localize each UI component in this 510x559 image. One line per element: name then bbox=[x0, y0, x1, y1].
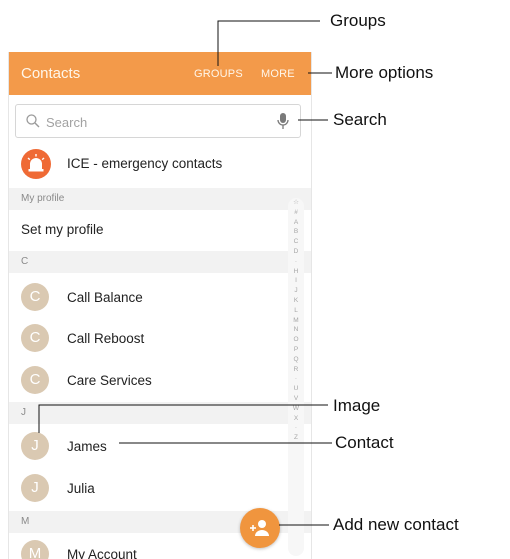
callout-add-new-contact: Add new contact bbox=[333, 515, 459, 534]
set-my-profile-item[interactable]: Set my profile bbox=[9, 212, 285, 248]
search-bar[interactable] bbox=[15, 104, 301, 138]
index-letter[interactable]: R bbox=[288, 365, 304, 375]
callout-contact: Contact bbox=[335, 433, 394, 452]
ice-contacts-item[interactable]: ICE - emergency contacts bbox=[9, 146, 285, 184]
index-letter[interactable]: Z bbox=[288, 433, 304, 443]
callout-groups: Groups bbox=[330, 11, 386, 30]
index-letter[interactable]: W bbox=[288, 404, 304, 414]
contact-name: Call Reboost bbox=[67, 331, 145, 346]
contacts-screen: Contacts GROUPS MORE ICE - emergency con… bbox=[8, 52, 312, 559]
alphabet-index-scrollbar[interactable]: ☆ # A B C D · H I J K L M N O P Q R · U V W X · Z bbox=[288, 198, 304, 556]
index-letter[interactable]: J bbox=[288, 286, 304, 296]
index-letter[interactable]: C bbox=[288, 237, 304, 247]
contact-row[interactable]: J James bbox=[9, 426, 285, 466]
contact-row[interactable]: C Care Services bbox=[9, 360, 285, 400]
index-letter[interactable]: Q bbox=[288, 355, 304, 365]
index-letter[interactable]: X bbox=[288, 414, 304, 424]
index-letter[interactable]: M bbox=[288, 316, 304, 326]
contact-name: Julia bbox=[67, 481, 95, 496]
app-title: Contacts bbox=[21, 65, 81, 82]
section-header-j: J bbox=[9, 402, 311, 424]
index-letter[interactable]: K bbox=[288, 296, 304, 306]
app-bar: Contacts GROUPS MORE bbox=[9, 52, 311, 95]
contact-avatar: C bbox=[21, 366, 49, 394]
contact-avatar: J bbox=[21, 474, 49, 502]
index-letter[interactable]: I bbox=[288, 276, 304, 286]
index-letter[interactable]: V bbox=[288, 394, 304, 404]
section-label: J bbox=[21, 407, 26, 418]
index-letter[interactable]: # bbox=[288, 208, 304, 218]
index-letter[interactable]: H bbox=[288, 267, 304, 277]
section-header-c: C bbox=[9, 251, 311, 273]
index-letter[interactable]: · bbox=[288, 423, 304, 433]
index-letter[interactable]: D bbox=[288, 247, 304, 257]
contact-name: Care Services bbox=[67, 373, 152, 388]
set-my-profile-label: Set my profile bbox=[21, 222, 104, 237]
more-button[interactable]: MORE bbox=[261, 68, 295, 80]
index-letter[interactable]: B bbox=[288, 227, 304, 237]
section-label: My profile bbox=[21, 193, 65, 204]
ice-contacts-label: ICE - emergency contacts bbox=[67, 156, 223, 171]
index-letter[interactable]: · bbox=[288, 374, 304, 384]
add-contact-icon bbox=[250, 520, 269, 536]
callout-image: Image bbox=[333, 396, 381, 415]
groups-button[interactable]: GROUPS bbox=[194, 68, 243, 80]
index-letter[interactable]: U bbox=[288, 384, 304, 394]
section-label: M bbox=[21, 516, 30, 527]
contact-row[interactable]: C Call Reboost bbox=[9, 318, 285, 358]
contact-row[interactable]: J Julia bbox=[9, 468, 285, 508]
index-letter[interactable]: A bbox=[288, 218, 304, 228]
index-letter[interactable]: L bbox=[288, 306, 304, 316]
callout-more-options: More options bbox=[335, 63, 434, 82]
search-input[interactable] bbox=[44, 111, 268, 133]
section-header-my-profile: My profile bbox=[9, 188, 311, 210]
index-letter[interactable]: N bbox=[288, 325, 304, 335]
contact-name: James bbox=[67, 439, 107, 454]
contact-name: Call Balance bbox=[67, 290, 143, 305]
index-letter[interactable]: O bbox=[288, 335, 304, 345]
callout-search: Search bbox=[333, 110, 387, 129]
contact-avatar: C bbox=[21, 324, 49, 352]
microphone-icon[interactable] bbox=[276, 112, 290, 130]
contact-avatar: C bbox=[21, 283, 49, 311]
index-letter[interactable]: · bbox=[288, 257, 304, 267]
index-letter[interactable]: P bbox=[288, 345, 304, 355]
add-contact-button[interactable] bbox=[240, 508, 280, 548]
contact-row[interactable]: C Call Balance bbox=[9, 277, 285, 317]
contact-name: My Account bbox=[67, 547, 137, 559]
contact-avatar: M bbox=[21, 540, 49, 559]
search-icon bbox=[26, 114, 40, 128]
index-letter[interactable]: ☆ bbox=[288, 198, 304, 208]
contact-avatar: J bbox=[21, 432, 49, 460]
section-label: C bbox=[21, 256, 29, 267]
siren-icon bbox=[21, 149, 51, 179]
